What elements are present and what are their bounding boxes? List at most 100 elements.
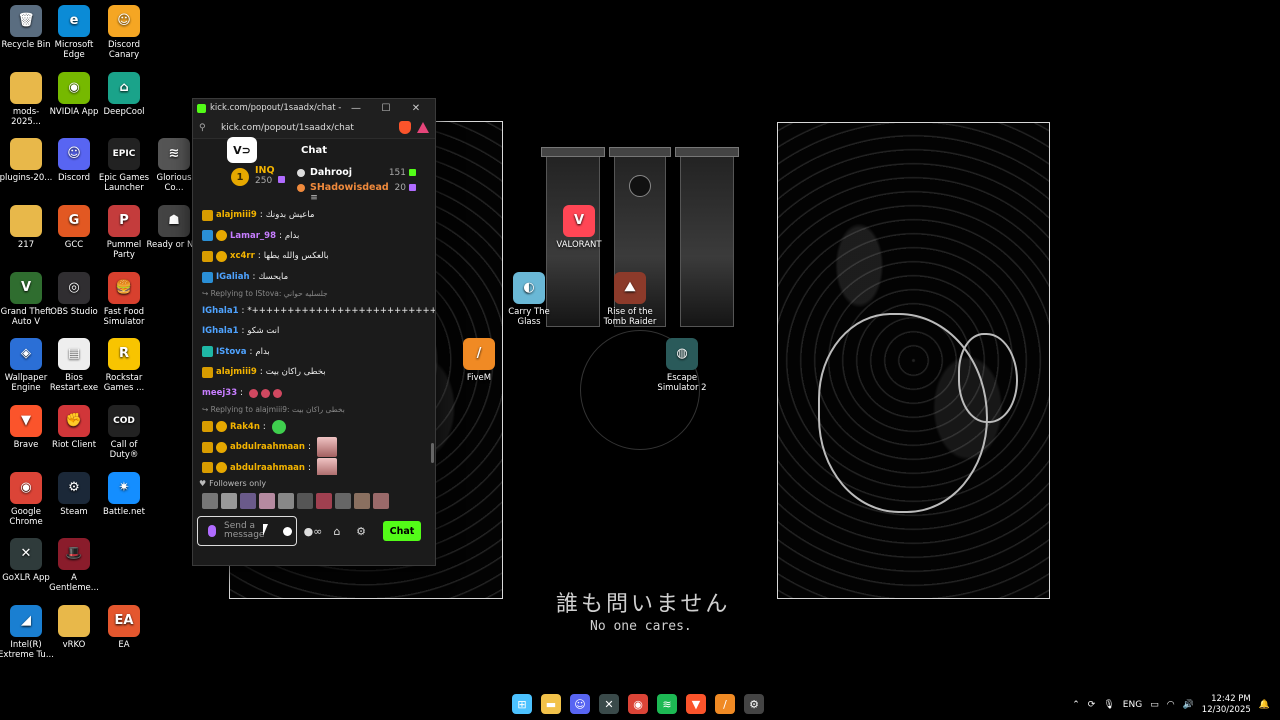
subscriber-crown-badge-icon[interactable] <box>202 250 213 262</box>
subscriber-crown-badge-icon[interactable] <box>202 462 213 474</box>
desktop-icon[interactable]: R Rockstar Games ... <box>96 338 152 393</box>
desktop-icon[interactable]: ◐ Carry The Glass <box>501 272 557 327</box>
send-chat-button[interactable]: Chat <box>383 521 421 541</box>
desktop-icon[interactable]: 🎩 A Gentleme... <box>46 538 102 593</box>
close-button[interactable]: ✕ <box>401 103 431 114</box>
desktop-icon[interactable]: ✷ Battle.net <box>96 472 152 517</box>
chat-message[interactable]: alajmiii9: ماعيش بدونك <box>202 205 435 226</box>
emote-icon[interactable] <box>316 457 337 475</box>
desktop-icon[interactable]: P Pummel Party <box>96 205 152 260</box>
channel-logo-icon[interactable]: V⊃ <box>227 137 257 163</box>
site-info-icon[interactable]: ⚲ <box>199 123 211 133</box>
chat-message[interactable]: xc4rr: بالعكس والله يطها <box>202 246 435 267</box>
chat-username[interactable]: alajmiii9 <box>216 367 257 377</box>
desktop-icon[interactable]: ⚙ Steam <box>46 472 102 517</box>
brave-rewards-icon[interactable] <box>417 122 429 133</box>
desktop-icon[interactable]: COD Call of Duty® <box>96 405 152 460</box>
chat-username[interactable]: IStova <box>216 347 246 357</box>
desktop-icon[interactable]: ✊ Riot Client <box>46 405 102 450</box>
taskbar-steam-helper-icon[interactable]: ⚙ <box>744 694 764 714</box>
leader-first-name[interactable]: INQ <box>255 165 289 176</box>
emote-icon[interactable] <box>261 388 271 398</box>
leader-entry-name[interactable]: SHadowisdead <box>310 182 389 193</box>
desktop-icon[interactable]: ⛰ Rise of the Tomb Raider <box>602 272 658 327</box>
taskbar-discord-icon[interactable]: ☺ <box>570 694 590 714</box>
gifter-coin-badge-icon[interactable] <box>216 421 227 433</box>
viewer-avatar[interactable] <box>297 493 313 509</box>
chat-message[interactable]: IGaliah: مايحسك <box>202 267 435 288</box>
desktop-icon[interactable]: ☺ Discord <box>46 138 102 183</box>
title-bar[interactable]: kick.com/popout/1saadx/chat - Brave — ☐ … <box>193 99 435 117</box>
desktop-icon[interactable]: ◎ OBS Studio <box>46 272 102 317</box>
viewer-avatar[interactable] <box>278 493 294 509</box>
desktop-icon[interactable]: ◍ Escape Simulator 2 <box>654 338 710 393</box>
verified-badge-icon[interactable] <box>202 271 213 283</box>
gifter-coin-badge-icon[interactable] <box>216 441 227 453</box>
chat-username[interactable]: Rak4n <box>230 422 260 432</box>
desktop-icon[interactable]: ◉ NVIDIA App <box>46 72 102 117</box>
emote-icon[interactable] <box>316 437 337 458</box>
subscriber-crown-badge-icon[interactable] <box>202 421 213 433</box>
kick-emotes-icon[interactable]: ●∞ <box>304 523 323 539</box>
notifications-bell-icon[interactable]: 🔔 <box>1259 700 1270 710</box>
chat-username[interactable]: meej33 <box>202 388 237 398</box>
chat-username[interactable]: Lamar_98 <box>230 231 276 241</box>
wifi-icon[interactable]: ◠ <box>1167 700 1175 710</box>
message-input[interactable]: Send a message <box>197 516 297 546</box>
chat-message[interactable]: alajmiii9: بخطى راكان بيت <box>202 362 435 383</box>
chat-username[interactable]: abdulraahmaan <box>230 463 305 473</box>
brave-shields-icon[interactable] <box>399 121 411 134</box>
desktop-icon[interactable]: / FiveM <box>451 338 507 383</box>
clock[interactable]: 12:42 PM 12/30/2025 <box>1202 694 1251 716</box>
desktop-icon[interactable]: EPIC Epic Games Launcher <box>96 138 152 193</box>
microphone-icon[interactable] <box>208 525 216 537</box>
verified-badge-icon[interactable] <box>202 230 213 242</box>
subscriber-crown-badge-icon[interactable] <box>202 441 213 453</box>
chat-username[interactable]: xc4rr <box>230 251 255 261</box>
viewer-avatar[interactable] <box>316 493 332 509</box>
volume-icon[interactable]: 🔊 <box>1183 700 1194 710</box>
show-hidden-icons-chevron-icon[interactable]: ⌃ <box>1072 700 1080 710</box>
emote-icon[interactable] <box>273 388 283 398</box>
maximize-button[interactable]: ☐ <box>371 103 401 114</box>
taskbar-spotify-icon[interactable]: ≋ <box>657 694 677 714</box>
reply-context[interactable]: ↪ Replying to IStova: جلسلیه حواني <box>202 287 435 300</box>
subscriber-crown-badge-icon[interactable] <box>202 209 213 221</box>
viewer-avatar[interactable] <box>221 493 237 509</box>
minimize-button[interactable]: — <box>341 103 371 114</box>
microphone-tray-icon[interactable]: 🎙 <box>1103 700 1114 710</box>
desktop-icon[interactable]: ⌂ DeepCool <box>96 72 152 117</box>
desktop-icon[interactable]: EA EA <box>96 605 152 650</box>
monitor-icon[interactable]: ▭ <box>1150 700 1159 710</box>
taskbar-fivem-icon[interactable]: / <box>715 694 735 714</box>
desktop-icon[interactable]: ☺ Discord Canary <box>96 5 152 60</box>
browser-window[interactable]: kick.com/popout/1saadx/chat - Brave — ☐ … <box>192 98 436 566</box>
viewer-avatar[interactable] <box>373 493 389 509</box>
language-indicator[interactable]: ENG <box>1123 700 1142 710</box>
chat-message[interactable]: abdulraahmaan: <box>202 437 435 458</box>
chat-message[interactable]: Rak4n: <box>202 416 435 437</box>
taskbar-goxlr-icon[interactable]: ✕ <box>599 694 619 714</box>
chat-scrollbar[interactable] <box>431 443 434 463</box>
chat-username[interactable]: alajmiii9 <box>216 210 257 220</box>
desktop-icon[interactable]: ▤ Bios Restart.exe <box>46 338 102 393</box>
chat-message[interactable]: IGhala1:*++++++++++++++++++++++++++++++* <box>202 300 435 321</box>
taskbar-start-icon[interactable]: ⊞ <box>512 694 532 714</box>
reply-context[interactable]: ↪ Replying to alajmiii9: بخطى راكان بيت <box>202 403 435 416</box>
chat-username[interactable]: IGhala1 <box>202 306 239 316</box>
desktop-icon[interactable]: G GCC <box>46 205 102 250</box>
taskbar-chrome-icon[interactable]: ◉ <box>628 694 648 714</box>
desktop-icon[interactable]: V VALORANT <box>551 205 607 250</box>
settings-gear-icon[interactable]: ⚙ <box>353 523 369 539</box>
emote-icon[interactable] <box>249 388 259 398</box>
message-placeholder[interactable]: Send a message <box>224 522 283 540</box>
desktop-icon[interactable]: vRKO <box>46 605 102 650</box>
network-sync-icon[interactable]: ⟳ <box>1088 700 1096 710</box>
store-icon[interactable]: ⌂ <box>329 523 345 539</box>
chat-username[interactable]: IGaliah <box>216 272 250 282</box>
leader-entry-name[interactable]: Dahrooj <box>310 167 382 178</box>
subscriber-crown-badge-icon[interactable] <box>202 366 213 378</box>
chat-message-list[interactable]: alajmiii9: ماعيش بدونك Lamar_98: بدام xc4rr:… <box>193 203 435 475</box>
emote-icon[interactable] <box>271 419 286 434</box>
chat-username[interactable]: IGhala1 <box>202 326 239 336</box>
